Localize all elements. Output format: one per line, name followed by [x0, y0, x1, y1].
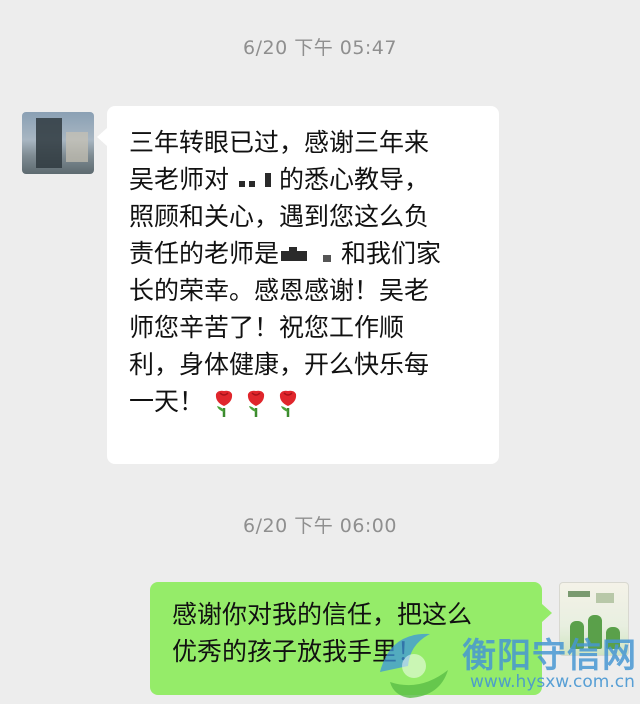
rose-emoji [247, 390, 265, 417]
avatar-figure [66, 132, 88, 162]
avatar-detail [596, 593, 614, 603]
message-text-segment: 的悉心教导， [279, 165, 430, 194]
message-text-segment: 一天！ [129, 387, 205, 416]
timestamp: 6/20 下午 06:00 [242, 515, 397, 537]
avatar-figure [36, 118, 62, 168]
message-text-line: 长的荣幸。感恩感谢！吴老 [129, 276, 430, 305]
watermark-text: 衡阳守信网 [462, 636, 637, 676]
rose-emoji [279, 390, 297, 417]
message-text-line: 利，身体健康，开么快乐每 [129, 350, 430, 379]
message-text-line: 一天！ [129, 383, 479, 420]
message-text-segment: 责任的老师是 [129, 239, 280, 268]
message-text-segment: 和我们家 [341, 239, 442, 268]
watermark-url: www.hysxw.com.cn [470, 672, 635, 692]
censored-name [229, 171, 279, 191]
message-text-segment: 吴老师对 [129, 165, 230, 194]
message-text-line: 三年转眼已过，感谢三年来 [129, 128, 430, 157]
rose-emoji [215, 390, 233, 417]
contact-avatar[interactable] [22, 112, 94, 174]
timestamp: 6/20 下午 05:47 [242, 37, 397, 59]
watermark-logo-icon [380, 633, 448, 698]
message-text-line: 责任的老师是 和我们家 [129, 235, 479, 272]
message-text-line: 师您辛苦了！祝您工作顺 [129, 313, 405, 342]
avatar-detail [568, 591, 590, 597]
message-text-line: 吴老师对 的悉心教导， [129, 161, 479, 198]
incoming-message-bubble[interactable]: 三年转眼已过，感谢三年来 吴老师对 的悉心教导， 照顾和关心，遇到您这么负 责任… [97, 106, 499, 464]
censored-name [279, 245, 341, 265]
message-text-line: 照顾和关心，遇到您这么负 [129, 202, 430, 231]
